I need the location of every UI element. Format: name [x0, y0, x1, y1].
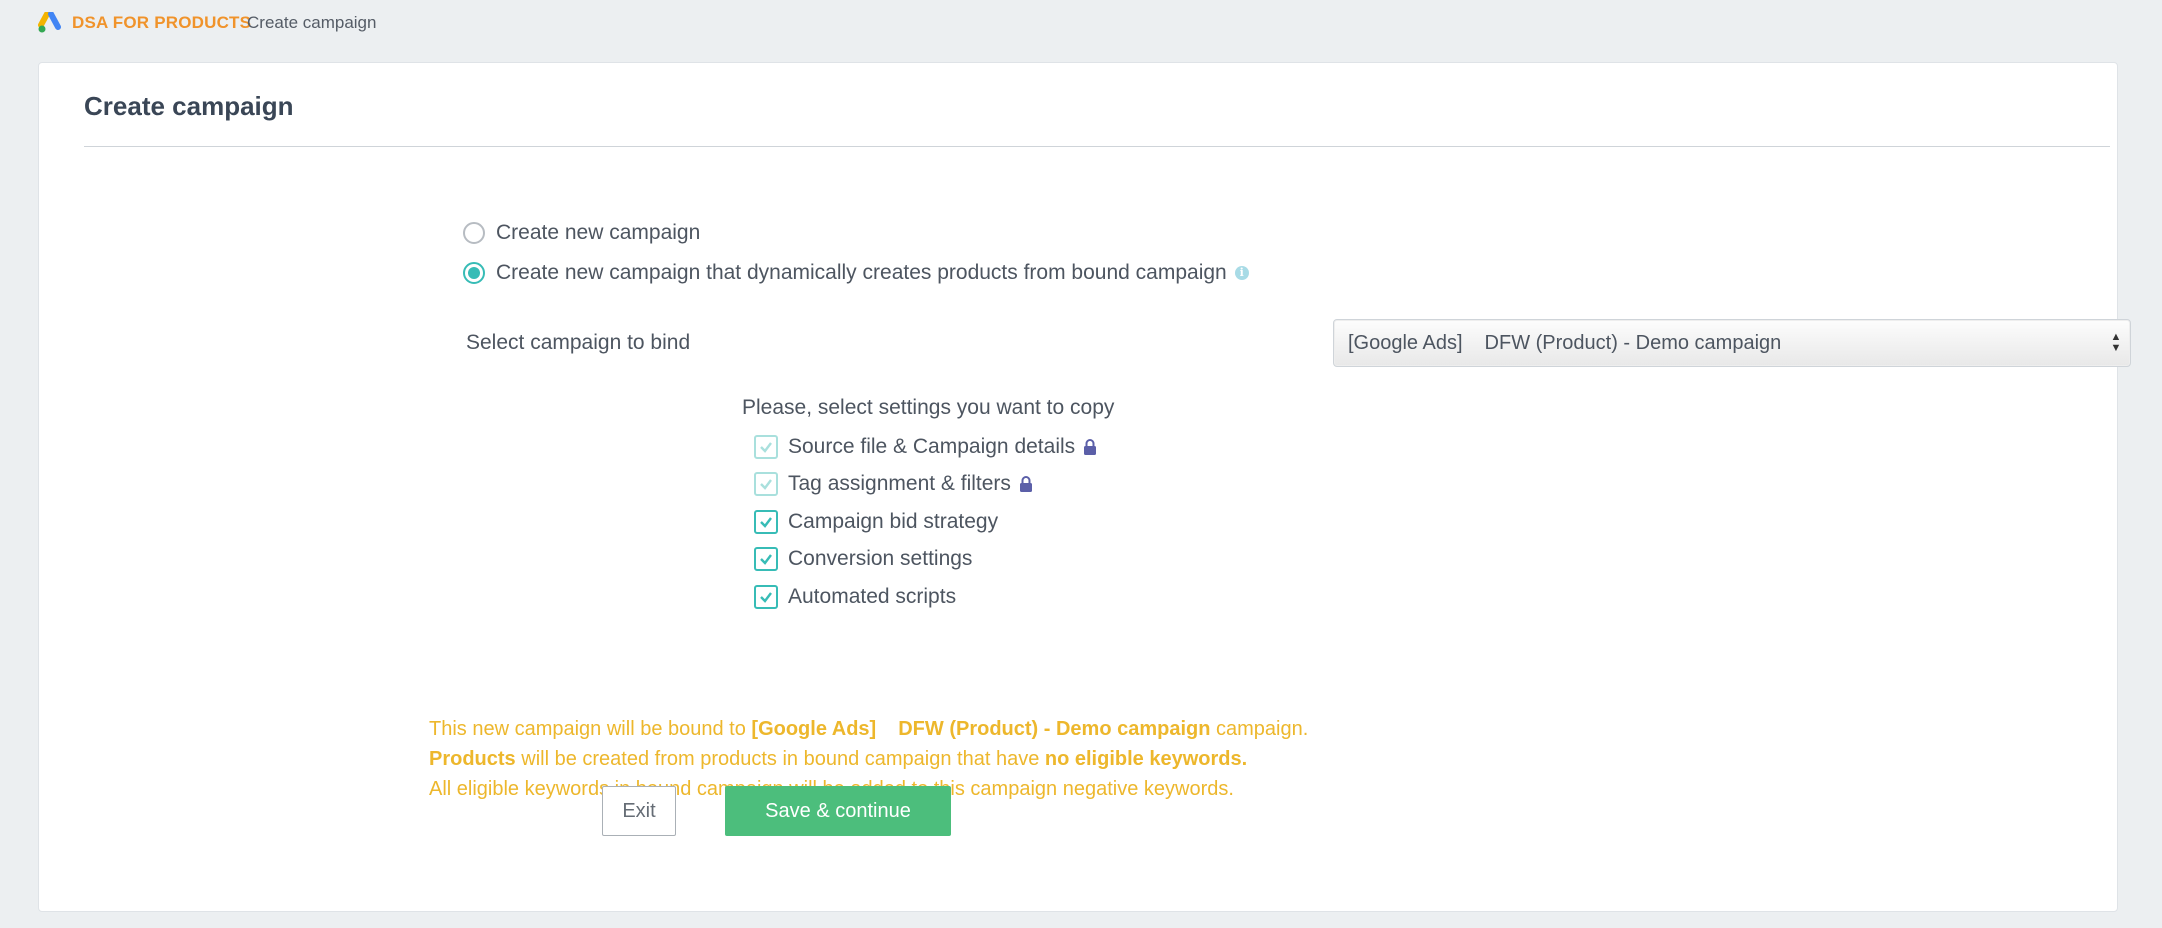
bind-campaign-select[interactable]: [Google Ads] DFW (Product) - Demo campai…: [1333, 319, 2131, 367]
notice-text: will be created from products in bound c…: [515, 748, 1045, 770]
checkbox-disabled: [754, 472, 778, 496]
copy-settings-heading: Please, select settings you want to copy: [742, 396, 1115, 419]
select-campaign-name: DFW (Product) - Demo campaign: [1484, 331, 1782, 354]
checkbox-label: Tag assignment & filters: [788, 472, 1011, 495]
radio-create-dynamic-campaign[interactable]: Create new campaign that dynamically cre…: [463, 261, 1249, 285]
lock-icon: [1019, 476, 1032, 492]
notice-products: Products: [429, 748, 516, 770]
checkbox[interactable]: [754, 510, 778, 534]
select-platform: [Google Ads]: [1348, 331, 1463, 354]
title-divider: [84, 146, 2110, 147]
checkbox-automated-scripts[interactable]: Automated scripts: [754, 585, 956, 609]
checkbox-source-file: Source file & Campaign details: [754, 435, 1097, 459]
brand-name: DSA FOR PRODUCTS: [72, 13, 252, 32]
check-icon: [760, 592, 772, 603]
notice-no-eligible: no eligible keywords.: [1044, 748, 1248, 770]
checkbox-disabled: [754, 435, 778, 459]
page-title: Create campaign: [84, 91, 294, 121]
checkbox[interactable]: [754, 547, 778, 571]
notice-line-1: This new campaign will be bound to [Goog…: [429, 714, 1308, 744]
checkbox-label: Automated scripts: [788, 585, 957, 608]
checkbox-label: Conversion settings: [788, 547, 973, 570]
radio-label: Create new campaign: [496, 221, 701, 244]
notice-platform: [Google Ads]: [751, 718, 877, 740]
google-ads-logo-icon: [38, 12, 61, 33]
checkbox-label: Source file & Campaign details: [788, 435, 1076, 458]
bind-campaign-label: Select campaign to bind: [466, 331, 691, 354]
check-icon: [760, 517, 772, 528]
checkbox-tag-assignment: Tag assignment & filters: [754, 472, 1033, 496]
notice-line-2: Products will be created from products i…: [429, 744, 1308, 774]
check-icon: [760, 442, 772, 453]
check-icon: [760, 479, 772, 490]
checkbox-bid-strategy[interactable]: Campaign bid strategy: [754, 510, 998, 534]
brand[interactable]: DSA FOR PRODUCTS: [38, 12, 251, 34]
top-bar: DSA FOR PRODUCTS Create campaign: [0, 0, 2162, 48]
info-icon[interactable]: i: [1234, 266, 1249, 280]
radio-button-selected[interactable]: [463, 262, 485, 284]
lock-icon: [1084, 439, 1097, 455]
select-arrows-icon: ▲ ▼: [2110, 331, 2122, 354]
radio-create-new-campaign[interactable]: Create new campaign: [463, 221, 700, 245]
exit-button[interactable]: Exit: [602, 786, 676, 836]
checkbox-conversion-settings[interactable]: Conversion settings: [754, 547, 972, 571]
checkbox[interactable]: [754, 585, 778, 609]
create-campaign-card: Create campaign Create new campaign Crea…: [38, 62, 2131, 912]
notice-text: campaign.: [1210, 718, 1309, 740]
save-continue-button[interactable]: Save & continue: [725, 786, 951, 836]
notice-campaign: DFW (Product) - Demo campaign: [898, 718, 1211, 740]
breadcrumb: Create campaign: [247, 13, 377, 32]
radio-button[interactable]: [463, 222, 485, 244]
check-icon: [760, 554, 772, 565]
checkbox-label: Campaign bid strategy: [788, 510, 999, 533]
notice-text: This new campaign will be bound to: [429, 718, 752, 740]
radio-label: Create new campaign that dynamically cre…: [496, 261, 1227, 284]
